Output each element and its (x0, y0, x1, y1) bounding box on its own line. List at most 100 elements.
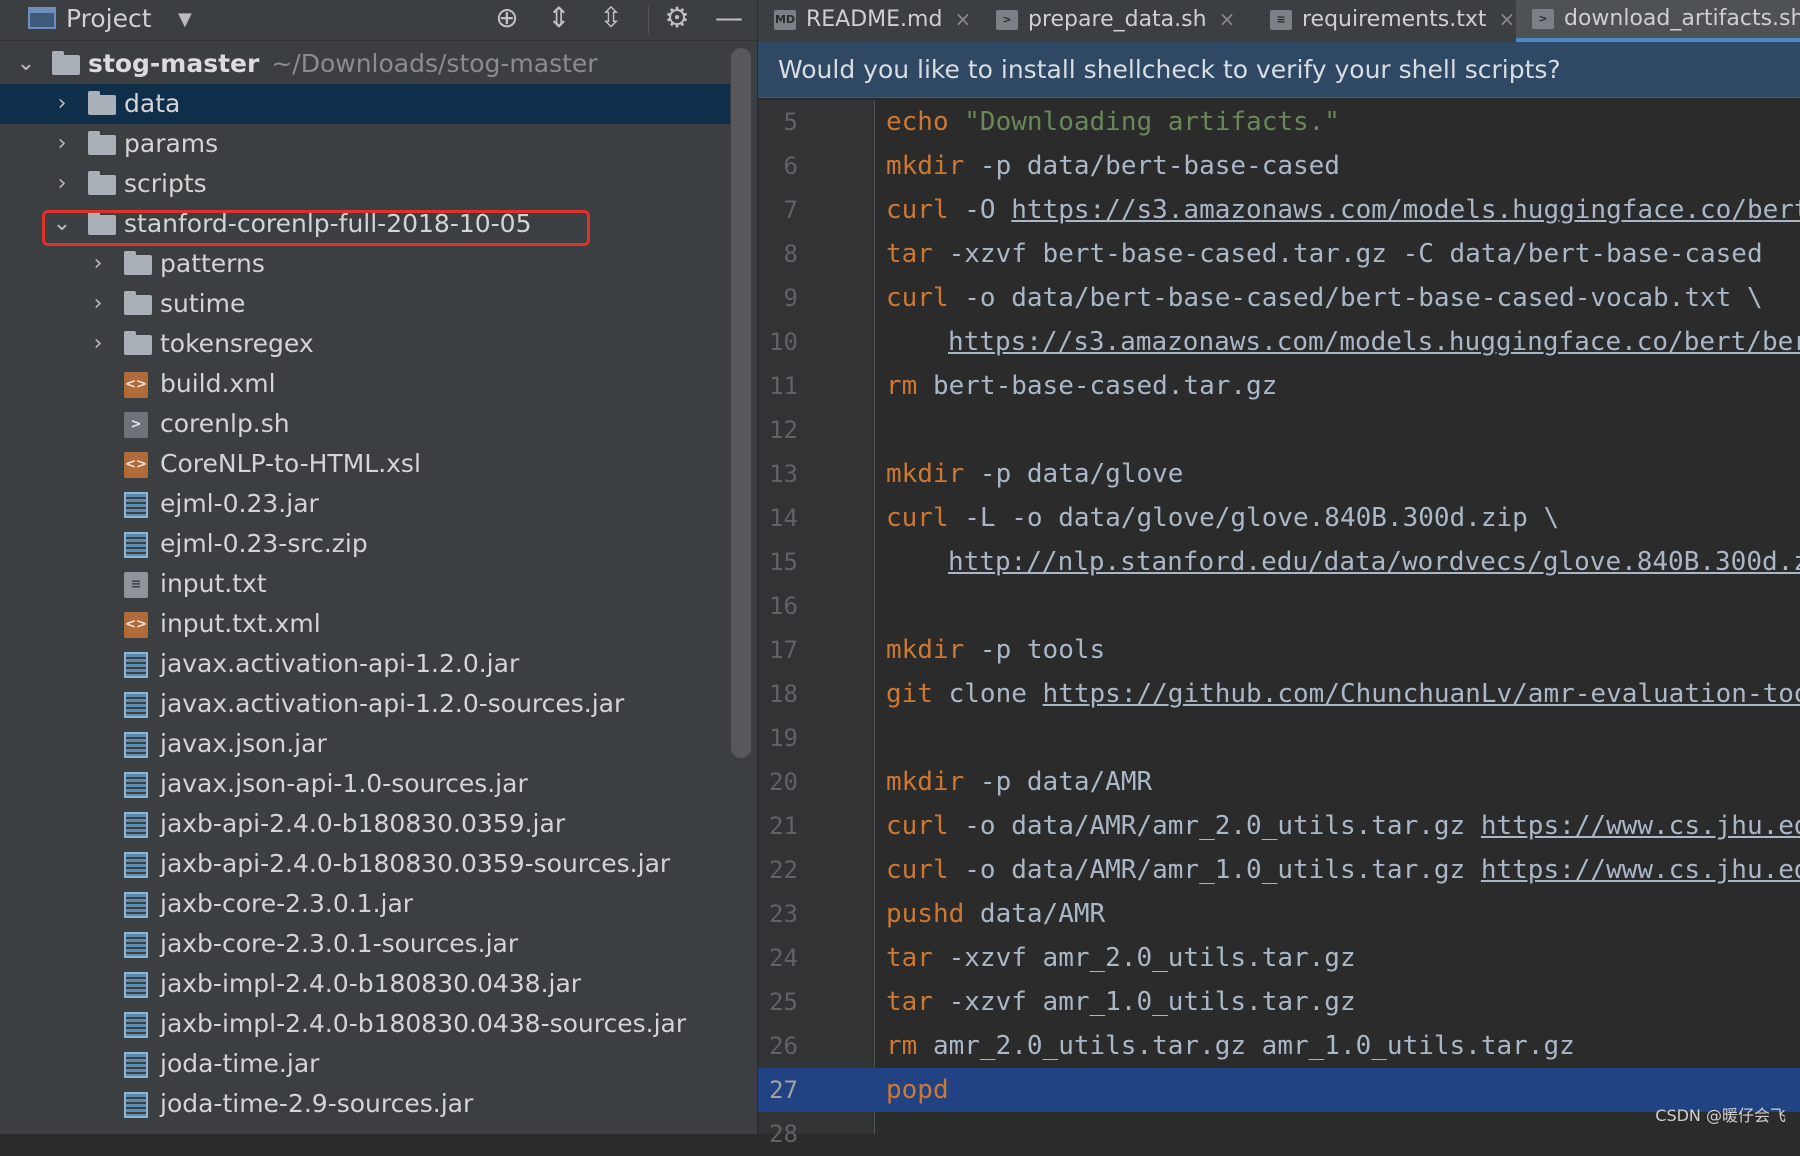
url-link[interactable]: https://www.cs.jhu.ed (1481, 855, 1800, 885)
tree-file-item[interactable]: <> build.xml (0, 364, 730, 404)
code-line[interactable]: 21 curl -o data/AMR/amr_2.0_utils.tar.gz … (758, 804, 1800, 848)
code-token: -L -o data/glove/glove.840B.300d.zip \ (948, 503, 1560, 533)
tree-file-item[interactable]: jaxb-api-2.4.0-b180830.0359-sources.jar (0, 844, 730, 884)
project-tree[interactable]: ⌄ stog-master ~/Downloads/stog-master › da… (0, 44, 730, 1124)
code-line[interactable]: 27 popd (758, 1068, 1800, 1112)
code-line[interactable]: 9 curl -o data/bert-base-cased/bert-base-… (758, 276, 1800, 320)
code-line[interactable]: 24 tar -xzvf amr_2.0_utils.tar.gz (758, 936, 1800, 980)
folder-icon (124, 251, 152, 275)
shell-command: curl (886, 503, 949, 533)
tree-file-item[interactable]: ejml-0.23-src.zip (0, 524, 730, 564)
tree-file-item[interactable]: jaxb-core-2.3.0.1-sources.jar (0, 924, 730, 964)
folder-icon (52, 51, 80, 75)
line-number: 18 (769, 680, 798, 708)
code-line[interactable]: 22 curl -o data/AMR/amr_1.0_utils.tar.gz … (758, 848, 1800, 892)
project-view-title[interactable]: Project (66, 2, 152, 36)
tree-file-item[interactable]: ejml-0.23.jar (0, 484, 730, 524)
tree-file-item[interactable]: javax.json-api-1.0-sources.jar (0, 764, 730, 804)
close-icon[interactable]: × (1498, 0, 1515, 38)
chevron-down-icon[interactable]: ▼ (178, 5, 192, 35)
code-line[interactable]: 18 git clone https://github.com/Chunchuan… (758, 672, 1800, 716)
code-line[interactable]: 19 (758, 716, 1800, 760)
close-icon[interactable]: × (954, 0, 971, 38)
code-text: curl -L -o data/glove/glove.840B.300d.zi… (886, 496, 1559, 540)
code-line[interactable]: 14 curl -L -o data/glove/glove.840B.300d.… (758, 496, 1800, 540)
code-line[interactable]: 11 rm bert-base-cased.tar.gz (758, 364, 1800, 408)
tree-file-item[interactable]: jaxb-core-2.3.0.1.jar (0, 884, 730, 924)
line-number: 15 (769, 548, 798, 576)
tree-root[interactable]: ⌄ stog-master ~/Downloads/stog-master (0, 44, 730, 84)
url-link[interactable]: http://nlp.stanford.edu/data/wordvecs/gl… (948, 547, 1800, 577)
url-link[interactable]: https://github.com/ChunchuanLv/amr-evalu… (1043, 679, 1800, 709)
expand-all-icon[interactable]: ⇕ (540, 0, 578, 38)
tree-item-label: data (124, 89, 181, 118)
tree-scrollbar[interactable] (731, 48, 751, 758)
code-line[interactable]: 7 curl -O https://s3.amazonaws.com/models… (758, 188, 1800, 232)
code-line[interactable]: 15 http://nlp.stanford.edu/data/wordvecs/… (758, 540, 1800, 584)
code-line[interactable]: 5 echo "Downloading artifacts." (758, 100, 1800, 144)
code-line[interactable]: 8 tar -xzvf bert-base-cased.tar.gz -C dat… (758, 232, 1800, 276)
code-line[interactable]: 17 mkdir -p tools (758, 628, 1800, 672)
tree-file-item[interactable]: <> CoreNLP-to-HTML.xsl (0, 444, 730, 484)
code-editor[interactable]: 5 echo "Downloading artifacts." 6 mkdir -p … (758, 100, 1800, 1156)
tree-file-item[interactable]: > corenlp.sh (0, 404, 730, 444)
shellcheck-notification[interactable]: Would you like to install shellcheck to … (758, 42, 1800, 98)
code-line[interactable]: 16 (758, 584, 1800, 628)
tree-folder-item[interactable]: › params (0, 124, 730, 164)
locate-icon[interactable]: ⊕ (488, 0, 526, 38)
tree-file-item[interactable]: <> input.txt.xml (0, 604, 730, 644)
tree-folder-item[interactable]: › scripts (0, 164, 730, 204)
code-line[interactable]: 12 (758, 408, 1800, 452)
url-link[interactable]: https://s3.amazonaws.com/models.huggingf… (1011, 195, 1800, 225)
collapse-all-icon[interactable]: ⇳ (592, 0, 630, 38)
line-number: 11 (769, 372, 798, 400)
line-number: 8 (783, 240, 798, 268)
tree-file-item[interactable]: joda-time.jar (0, 1044, 730, 1084)
url-link[interactable]: https://s3.amazonaws.com/models.huggingf… (948, 327, 1800, 357)
editor-tab[interactable]: ≡ requirements.txt × (1254, 0, 1515, 42)
folder-icon (88, 131, 116, 155)
tree-file-item[interactable]: ≡ input.txt (0, 564, 730, 604)
archive-file-icon (124, 532, 148, 558)
root-folder-path: ~/Downloads/stog-master (271, 49, 598, 78)
chevron-right-icon[interactable]: › (50, 84, 74, 124)
tree-file-item[interactable]: jaxb-impl-2.4.0-b180830.0438-sources.jar (0, 1004, 730, 1044)
code-text: http://nlp.stanford.edu/data/wordvecs/gl… (886, 540, 1800, 584)
tree-file-item[interactable]: jaxb-impl-2.4.0-b180830.0438.jar (0, 964, 730, 1004)
tree-folder-item[interactable]: › data (0, 84, 730, 124)
tree-folder-item[interactable]: › tokensregex (0, 324, 730, 364)
code-text: rm bert-base-cased.tar.gz (886, 364, 1277, 408)
code-line[interactable]: 10 https://s3.amazonaws.com/models.huggin… (758, 320, 1800, 364)
chevron-right-icon[interactable]: › (50, 124, 74, 164)
chevron-right-icon[interactable]: › (50, 164, 74, 204)
tree-file-item[interactable]: javax.activation-api-1.2.0-sources.jar (0, 684, 730, 724)
chevron-right-icon[interactable]: › (86, 324, 110, 364)
editor-tab[interactable]: > prepare_data.sh × (980, 0, 1235, 42)
gear-icon[interactable]: ⚙ (658, 0, 696, 38)
editor-tab[interactable]: MD README.md × (758, 0, 971, 42)
tree-file-item[interactable]: javax.json.jar (0, 724, 730, 764)
chevron-down-icon[interactable]: ⌄ (14, 44, 38, 84)
code-line[interactable]: 28 (758, 1112, 1800, 1156)
tree-folder-item[interactable]: ⌄ stanford-corenlp-full-2018-10-05 (0, 204, 730, 244)
tree-folder-item[interactable]: › patterns (0, 244, 730, 284)
code-line[interactable]: 13 mkdir -p data/glove (758, 452, 1800, 496)
tree-folder-item[interactable]: › sutime (0, 284, 730, 324)
chevron-right-icon[interactable]: › (86, 284, 110, 324)
code-line[interactable]: 6 mkdir -p data/bert-base-cased (758, 144, 1800, 188)
editor-tab[interactable]: > download_artifacts.sh (1516, 0, 1800, 42)
hide-icon[interactable]: — (710, 0, 748, 38)
tree-file-item[interactable]: jaxb-api-2.4.0-b180830.0359.jar (0, 804, 730, 844)
tree-file-item[interactable]: joda-time-2.9-sources.jar (0, 1084, 730, 1124)
close-icon[interactable]: × (1219, 0, 1236, 38)
tree-file-item[interactable]: javax.activation-api-1.2.0.jar (0, 644, 730, 684)
url-link[interactable]: https://www.cs.jhu.ed (1481, 811, 1800, 841)
code-line[interactable]: 23 pushd data/AMR (758, 892, 1800, 936)
code-line[interactable]: 26 rm amr_2.0_utils.tar.gz amr_1.0_utils.… (758, 1024, 1800, 1068)
chevron-down-icon[interactable]: ⌄ (50, 204, 74, 244)
tree-item-label: input.txt (160, 569, 267, 598)
code-line[interactable]: 25 tar -xzvf amr_1.0_utils.tar.gz (758, 980, 1800, 1024)
code-line[interactable]: 20 mkdir -p data/AMR (758, 760, 1800, 804)
chevron-right-icon[interactable]: › (86, 244, 110, 284)
